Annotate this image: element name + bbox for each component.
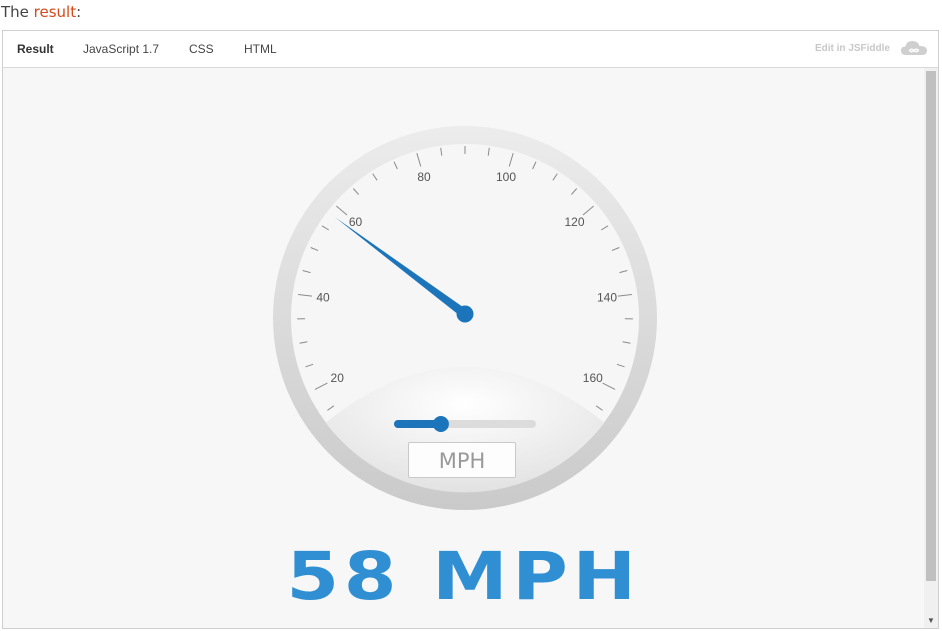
gauge-tick-label: 140 [597, 290, 617, 304]
gauge-tick-label: 160 [583, 371, 603, 385]
gauge-tick-label: 100 [496, 170, 516, 184]
needle-hub [456, 305, 474, 323]
gauge-tick-label: 80 [417, 170, 431, 184]
vertical-scrollbar[interactable]: ▼ [924, 68, 938, 628]
speed-reading: 58 MPH [286, 538, 641, 615]
gauge-tick-label: 60 [349, 215, 363, 229]
intro-prefix: The [1, 3, 34, 21]
tab-javascript[interactable]: JavaScript 1.7 [83, 42, 159, 56]
scrollbar-thumb[interactable] [926, 71, 936, 581]
slider-handle[interactable] [432, 416, 449, 432]
result-link[interactable]: result [34, 3, 76, 21]
intro-text: The result: [1, 3, 81, 21]
jsfiddle-embed: Result JavaScript 1.7 CSS HTML Edit in J… [2, 30, 939, 629]
cloud-icon[interactable] [900, 38, 928, 58]
edit-in-jsfiddle-link[interactable]: Edit in JSFiddle [815, 43, 890, 54]
gauge-tick-label: 20 [331, 371, 345, 385]
tab-css[interactable]: CSS [189, 42, 214, 56]
tab-bar: Result JavaScript 1.7 CSS HTML Edit in J… [3, 31, 938, 68]
tab-result[interactable]: Result [17, 42, 54, 56]
gauge-tick-label: 40 [316, 290, 330, 304]
result-pane: 020406080100120140160180 MPH 58 MPH [3, 68, 924, 628]
unit-label-box: MPH [408, 442, 516, 478]
tab-html[interactable]: HTML [244, 42, 277, 56]
arrow-down-icon[interactable]: ▼ [924, 616, 938, 626]
gauge-tick-label: 120 [564, 215, 584, 229]
intro-suffix: : [76, 3, 82, 21]
